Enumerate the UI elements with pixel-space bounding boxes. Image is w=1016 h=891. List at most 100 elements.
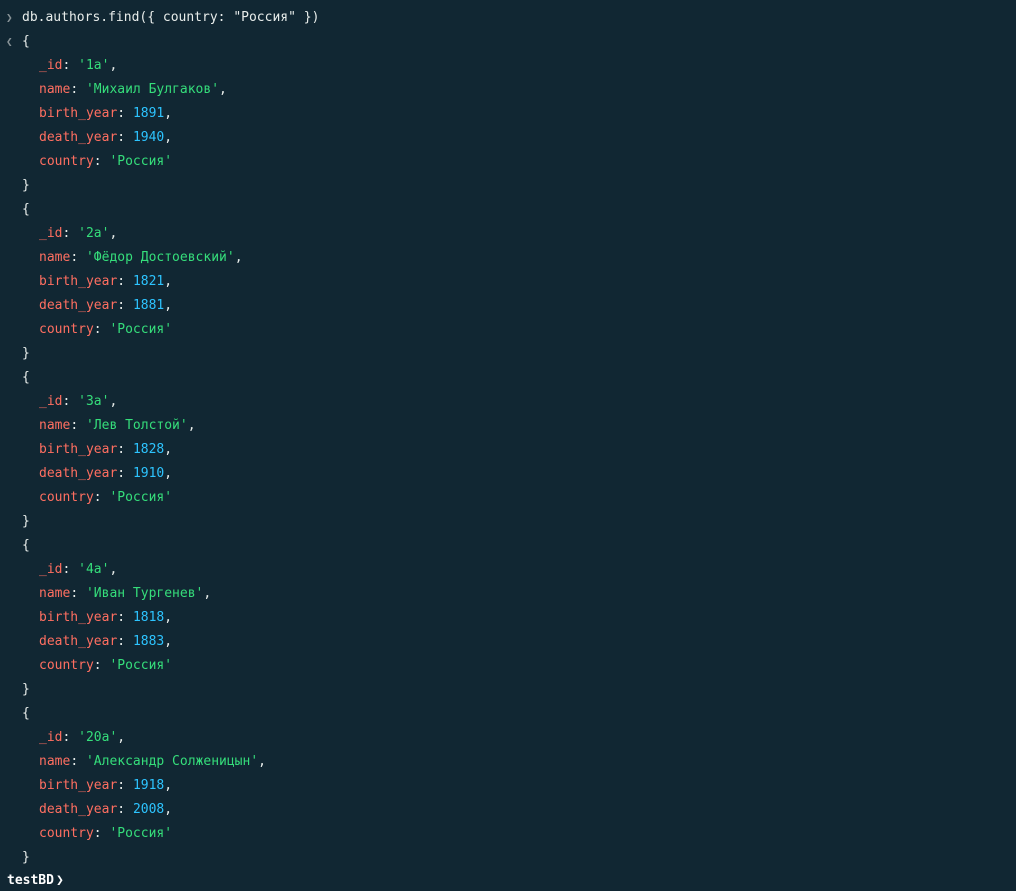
- field-colon: :: [117, 130, 133, 145]
- field-key: country: [39, 826, 94, 841]
- document-field-name: name: 'Лев Толстой',: [39, 414, 196, 438]
- field-value: 'Фёдор Достоевский': [85, 250, 235, 265]
- field-value: '2a': [78, 226, 110, 241]
- document-field-country: country: 'Россия': [39, 318, 172, 342]
- field-key: _id: [39, 58, 63, 73]
- field-key: birth_year: [39, 610, 118, 625]
- document-field-name: name: 'Михаил Булгаков',: [39, 78, 227, 102]
- document-open-brace: {: [22, 370, 30, 385]
- field-key: name: [39, 418, 71, 433]
- document-field-country: country: 'Россия': [39, 150, 172, 174]
- field-key: _id: [39, 730, 63, 745]
- field-colon: :: [93, 322, 110, 337]
- field-key: _id: [39, 226, 63, 241]
- field-value: 1828: [132, 442, 165, 457]
- field-key: country: [39, 658, 94, 673]
- field-value: 'Михаил Булгаков': [85, 82, 220, 97]
- document-close-brace: }: [22, 682, 30, 697]
- document-field-death-year: death_year: 1940,: [39, 126, 172, 150]
- field-comma: ,: [164, 466, 173, 481]
- field-value: '1a': [78, 58, 110, 73]
- document-field-name: name: 'Иван Тургенев',: [39, 582, 211, 606]
- field-key: death_year: [39, 466, 118, 481]
- field-colon: :: [70, 82, 86, 97]
- field-key: birth_year: [39, 106, 118, 121]
- field-colon: :: [117, 634, 133, 649]
- document-field-birth-year: birth_year: 1891,: [39, 102, 172, 126]
- field-value: 1818: [132, 610, 165, 625]
- field-key: name: [39, 250, 71, 265]
- field-value: 'Россия': [109, 490, 173, 505]
- field-colon: :: [117, 298, 133, 313]
- field-key: death_year: [39, 298, 118, 313]
- field-key: country: [39, 490, 94, 505]
- input-chevron-icon: ❯: [6, 11, 13, 24]
- document-field--id: _id: '2a',: [39, 222, 117, 246]
- field-key: name: [39, 82, 71, 97]
- field-colon: :: [70, 586, 86, 601]
- document-open-brace: {: [22, 202, 30, 217]
- field-comma: ,: [109, 226, 118, 241]
- field-comma: ,: [109, 394, 118, 409]
- field-comma: ,: [109, 562, 118, 577]
- field-comma: ,: [164, 634, 173, 649]
- document-field-birth-year: birth_year: 1828,: [39, 438, 172, 462]
- field-comma: ,: [164, 610, 173, 625]
- document-field-name: name: 'Александр Солженицын',: [39, 750, 266, 774]
- field-colon: :: [93, 826, 110, 841]
- document-field--id: _id: '20a',: [39, 726, 125, 750]
- document-field-name: name: 'Фёдор Достоевский',: [39, 246, 243, 270]
- field-colon: :: [70, 418, 86, 433]
- field-value: 1918: [132, 778, 165, 793]
- prompt-db-name: testBD: [7, 873, 54, 888]
- field-colon: :: [117, 466, 133, 481]
- field-colon: :: [117, 274, 133, 289]
- document-field-death-year: death_year: 1881,: [39, 294, 172, 318]
- field-value: 'Россия': [109, 322, 173, 337]
- field-value: 'Россия': [109, 658, 173, 673]
- output-chevron-icon: ❮: [6, 35, 13, 48]
- field-colon: :: [70, 250, 86, 265]
- document-field--id: _id: '1a',: [39, 54, 117, 78]
- field-value: '4a': [78, 562, 110, 577]
- field-comma: ,: [164, 802, 173, 817]
- field-key: _id: [39, 394, 63, 409]
- field-colon: :: [117, 802, 133, 817]
- document-close-brace: }: [22, 178, 30, 193]
- field-value: 1910: [132, 466, 165, 481]
- field-key: death_year: [39, 634, 118, 649]
- field-colon: :: [62, 226, 79, 241]
- document-close-brace: }: [22, 514, 30, 529]
- field-colon: :: [117, 610, 133, 625]
- field-value: 1891: [132, 106, 165, 121]
- field-value: 1883: [132, 634, 165, 649]
- field-comma: ,: [234, 250, 243, 265]
- field-comma: ,: [258, 754, 266, 769]
- field-key: death_year: [39, 802, 118, 817]
- field-key: birth_year: [39, 442, 118, 457]
- field-value: 'Лев Толстой': [85, 418, 188, 433]
- field-comma: ,: [109, 58, 118, 73]
- command-text[interactable]: db.authors.find({ country: "Россия" }): [22, 6, 319, 30]
- field-colon: :: [117, 778, 133, 793]
- field-colon: :: [62, 730, 79, 745]
- document-field-death-year: death_year: 1883,: [39, 630, 172, 654]
- prompt-caret-icon: ❯: [55, 873, 64, 888]
- document-close-brace: }: [22, 850, 30, 865]
- field-colon: :: [93, 154, 110, 169]
- field-value: 2008: [132, 802, 165, 817]
- document-field--id: _id: '3a',: [39, 390, 117, 414]
- shell-prompt[interactable]: testBD ❯: [7, 869, 64, 891]
- field-comma: ,: [219, 82, 227, 97]
- field-colon: :: [93, 658, 110, 673]
- field-value: '3a': [78, 394, 110, 409]
- field-key: birth_year: [39, 274, 118, 289]
- field-colon: :: [62, 562, 79, 577]
- field-key: name: [39, 754, 71, 769]
- document-field-birth-year: birth_year: 1818,: [39, 606, 172, 630]
- field-comma: ,: [164, 298, 173, 313]
- field-key: death_year: [39, 130, 118, 145]
- field-key: birth_year: [39, 778, 118, 793]
- field-comma: ,: [164, 778, 173, 793]
- field-comma: ,: [164, 274, 173, 289]
